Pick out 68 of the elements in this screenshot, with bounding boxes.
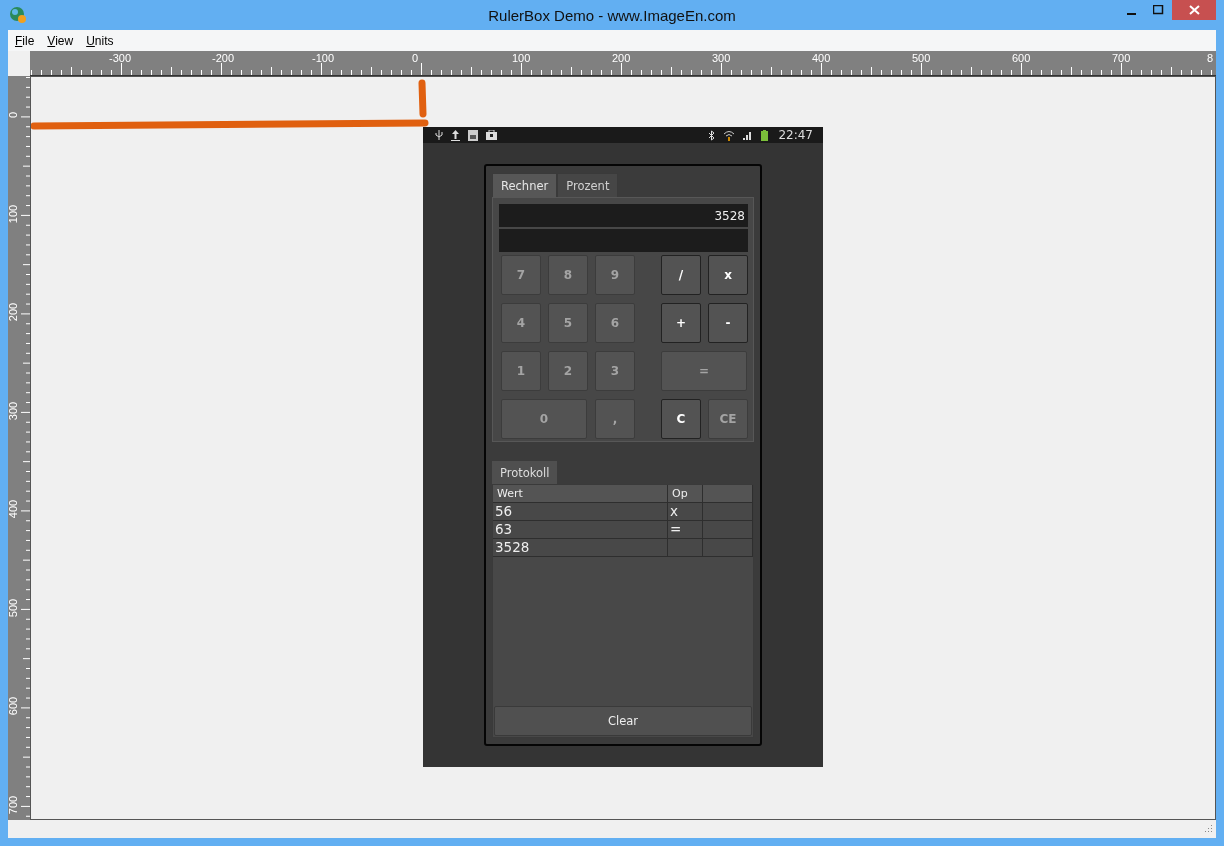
calculator-key[interactable]: 0 <box>501 399 587 439</box>
calculator-key[interactable]: 3 <box>595 351 635 391</box>
signal-icon <box>743 130 754 140</box>
table-cell: 3528 <box>493 539 668 556</box>
calculator-key[interactable]: = <box>661 351 747 391</box>
calculator-key[interactable]: 5 <box>548 303 588 343</box>
ruler-label: 0 <box>412 52 419 64</box>
column-header: Wert <box>493 485 668 502</box>
menu-item[interactable]: Units <box>85 33 121 48</box>
ruler-label: -200 <box>212 52 235 64</box>
ruler-label: 400 <box>812 52 831 64</box>
minimize-icon <box>1127 12 1136 15</box>
ruler-label: 8 <box>1207 52 1214 64</box>
ruler-label: 600 <box>8 695 19 718</box>
clear-button[interactable]: Clear <box>494 706 752 736</box>
ruler-label: 0 <box>8 110 19 121</box>
wifi-icon <box>723 129 736 141</box>
tab[interactable]: Prozent <box>557 173 619 197</box>
ruler-label: 400 <box>8 498 19 521</box>
close-icon <box>1188 5 1200 15</box>
status-time: 22:47 <box>778 128 813 142</box>
table-cell: 63 <box>493 521 668 538</box>
close-button[interactable] <box>1172 0 1216 20</box>
calculator-key[interactable]: - <box>708 303 748 343</box>
ruler-label: 200 <box>612 52 631 64</box>
calculator-key[interactable]: x <box>708 255 748 295</box>
ruler-label: 700 <box>1112 52 1131 64</box>
menu-item[interactable]: View <box>46 33 81 48</box>
result-display: 3528 <box>499 204 748 227</box>
column-header: Op <box>668 485 703 502</box>
ruler-label: 200 <box>8 301 19 324</box>
calculator-key[interactable]: 9 <box>595 255 635 295</box>
ruler-label: 300 <box>8 400 19 422</box>
table-cell: = <box>668 521 703 538</box>
ruler-label: -300 <box>109 52 132 64</box>
ruler-label: -100 <box>312 52 335 64</box>
table-cell: x <box>668 503 703 520</box>
document-icon <box>468 129 478 141</box>
calculator-key[interactable]: / <box>661 255 701 295</box>
calculator-key[interactable]: + <box>661 303 701 343</box>
ruler-label: 500 <box>912 52 931 64</box>
menu-item[interactable]: File <box>14 33 42 48</box>
tab[interactable]: Rechner <box>492 173 558 197</box>
maximize-icon <box>1153 5 1164 15</box>
calculator-key[interactable]: 7 <box>501 255 541 295</box>
ruler-label: 700 <box>8 794 19 816</box>
calculator-key[interactable]: 8 <box>548 255 588 295</box>
tab[interactable]: Protokoll <box>492 461 558 484</box>
calculator-key[interactable]: CE <box>708 399 748 439</box>
calculator-key[interactable]: 1 <box>501 351 541 391</box>
usb-icon <box>435 130 443 140</box>
calculator-key[interactable]: 2 <box>548 351 588 391</box>
upload-icon <box>451 129 460 141</box>
ruler-label: 500 <box>8 597 19 619</box>
calculator-key[interactable]: 6 <box>595 303 635 343</box>
window-title: RulerBox Demo - www.ImageEn.com <box>487 6 737 24</box>
calculator-key[interactable]: , <box>595 399 635 439</box>
calculator-key[interactable]: 4 <box>501 303 541 343</box>
ruler-label: 300 <box>712 52 731 64</box>
battery-icon <box>761 129 769 141</box>
bluetooth-icon <box>708 129 716 141</box>
table-cell: 56 <box>493 503 668 520</box>
globe-icon <box>9 6 27 24</box>
ruler-label: 600 <box>1012 52 1031 64</box>
calculator-key[interactable]: C <box>661 399 701 439</box>
ruler-label: 100 <box>8 203 19 225</box>
ruler-label: 100 <box>512 52 531 64</box>
bag-icon <box>486 130 497 140</box>
